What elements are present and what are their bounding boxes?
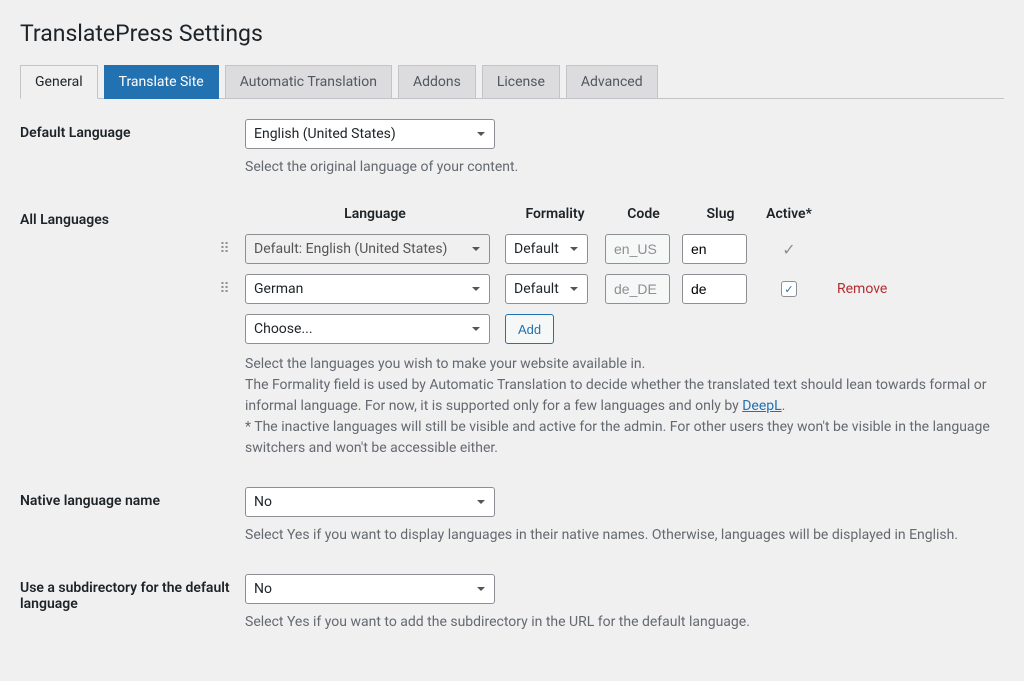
- tab-license[interactable]: License: [482, 65, 560, 99]
- page-title: TranslatePress Settings: [20, 20, 1004, 47]
- language-value: Default: English (United States): [254, 239, 447, 259]
- add-language-row: Choose... Add: [205, 314, 1004, 344]
- language-value: German: [254, 279, 303, 299]
- tab-automatic-translation[interactable]: Automatic Translation: [225, 65, 392, 99]
- drag-handle-icon[interactable]: ⠿: [205, 241, 245, 257]
- header-slug: Slug: [682, 206, 759, 222]
- choose-placeholder: Choose...: [254, 319, 313, 339]
- header-formality: Formality: [505, 206, 605, 222]
- native-name-label: Native language name: [20, 487, 245, 509]
- subdirectory-label: Use a subdirectory for the default langu…: [20, 574, 245, 612]
- header-active: Active*: [759, 206, 819, 222]
- default-language-value: English (United States): [254, 124, 396, 144]
- default-language-desc: Select the original language of your con…: [245, 157, 1004, 178]
- formality-select[interactable]: Default: [505, 274, 588, 304]
- subdirectory-value: No: [254, 579, 272, 599]
- language-select[interactable]: Default: English (United States): [245, 234, 490, 264]
- code-input: [605, 234, 670, 264]
- default-language-label: Default Language: [20, 119, 245, 141]
- subdirectory-select[interactable]: No: [245, 574, 495, 604]
- language-select[interactable]: German: [245, 274, 490, 304]
- tab-translate-site[interactable]: Translate Site: [104, 65, 219, 99]
- languages-table-header: Language Formality Code Slug Active*: [205, 206, 1004, 222]
- tab-advanced[interactable]: Advanced: [566, 65, 658, 99]
- native-name-value: No: [254, 492, 272, 512]
- tab-addons[interactable]: Addons: [398, 65, 476, 99]
- language-row: ⠿ Default: English (United States) Defau…: [205, 234, 1004, 264]
- formality-value: Default: [514, 239, 559, 259]
- code-input: [605, 274, 670, 304]
- all-languages-desc: Select the languages you wish to make yo…: [245, 354, 1004, 459]
- native-name-select[interactable]: No: [245, 487, 495, 517]
- formality-value: Default: [514, 279, 559, 299]
- remove-link[interactable]: Remove: [837, 281, 887, 297]
- check-icon: ✓: [782, 240, 795, 259]
- tab-general[interactable]: General: [20, 65, 98, 99]
- add-language-button[interactable]: Add: [505, 314, 554, 344]
- deepl-link[interactable]: DeepL: [742, 398, 781, 414]
- formality-select[interactable]: Default: [505, 234, 588, 264]
- choose-language-select[interactable]: Choose...: [245, 314, 490, 344]
- language-row: ⠿ German Default ✓: [205, 274, 1004, 304]
- native-name-desc: Select Yes if you want to display langua…: [245, 525, 1004, 546]
- slug-input[interactable]: [682, 234, 747, 264]
- default-language-select[interactable]: English (United States): [245, 119, 495, 149]
- drag-handle-icon[interactable]: ⠿: [205, 281, 245, 297]
- slug-input[interactable]: [682, 274, 747, 304]
- header-code: Code: [605, 206, 682, 222]
- header-language: Language: [245, 206, 505, 222]
- settings-tabs: General Translate Site Automatic Transla…: [20, 65, 1004, 99]
- subdirectory-desc: Select Yes if you want to add the subdir…: [245, 612, 1004, 633]
- active-checkbox[interactable]: ✓: [781, 281, 797, 297]
